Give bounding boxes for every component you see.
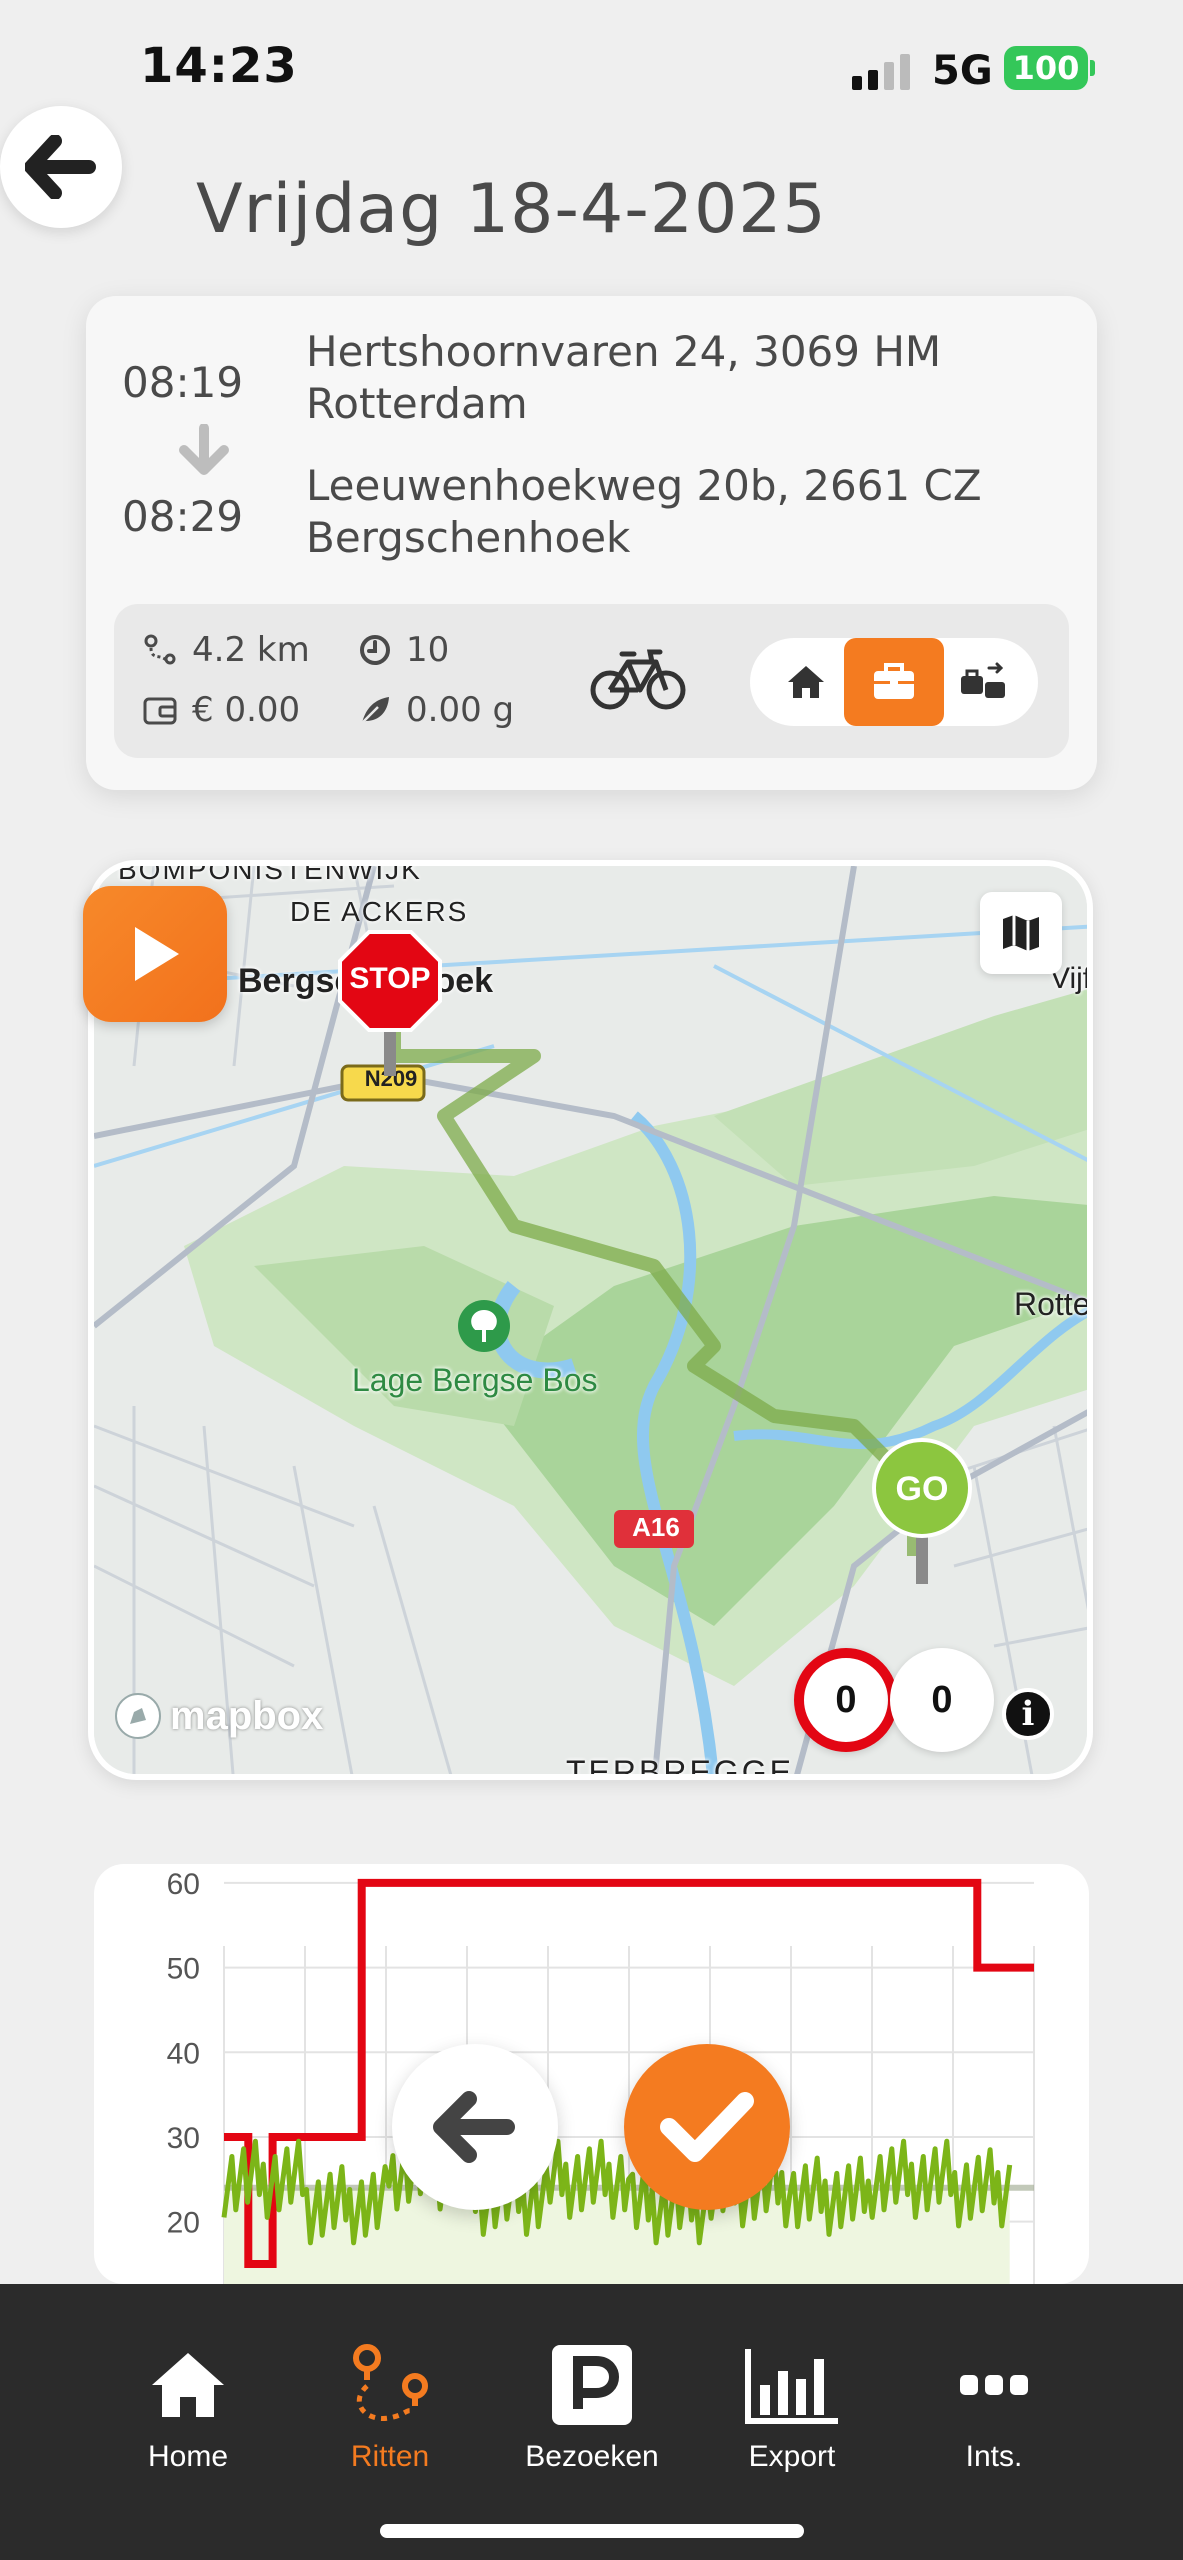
leaf-icon xyxy=(361,697,389,724)
duration-stat: 10 xyxy=(358,630,449,670)
more-icon xyxy=(960,2375,1028,2395)
battery-tip xyxy=(1090,60,1095,76)
map-label-district: BOMPONISTENWIJK xyxy=(118,860,422,885)
signal-icon xyxy=(852,54,910,90)
mapbox-attribution[interactable]: mapbox xyxy=(112,1690,323,1742)
nav-label-export: Export xyxy=(748,2440,836,2473)
route-distance-icon xyxy=(144,634,176,665)
speed-limit-counter[interactable]: 0 xyxy=(794,1648,898,1752)
emission-value: 0.00 g xyxy=(406,690,515,730)
go-marker[interactable]: GO xyxy=(870,1438,974,1588)
go-marker-label: GO xyxy=(895,1470,949,1508)
bottom-navigation: Home Ritten Bezoeken Export Ints. xyxy=(0,2284,1183,2560)
nav-item-bezoeken[interactable]: Bezoeken xyxy=(492,2284,692,2484)
bicycle-icon[interactable] xyxy=(590,646,686,712)
checkmark-icon xyxy=(660,2092,754,2162)
nav-item-export[interactable]: Export xyxy=(692,2284,892,2484)
duration-value: 10 xyxy=(406,630,450,670)
road-shield-a16: A16 xyxy=(632,1512,680,1542)
from-address: Hertshoornvaren 24, 3069 HM Rotterdam xyxy=(306,327,942,428)
to-address: Leeuwenhoekweg 20b, 2661 CZ Bergschenhoe… xyxy=(306,461,982,562)
purpose-selector xyxy=(750,638,1038,726)
y-tick-label: 60 xyxy=(167,1868,200,1901)
home-icon xyxy=(788,666,824,698)
nav-item-ints[interactable]: Ints. xyxy=(894,2284,1094,2484)
nav-item-ritten[interactable]: Ritten xyxy=(290,2284,490,2484)
confirm-button[interactable] xyxy=(624,2044,790,2210)
home-icon xyxy=(152,2353,224,2417)
stop-marker-label: STOP xyxy=(349,962,431,995)
clock-icon xyxy=(360,635,390,665)
wallet-icon xyxy=(143,697,177,725)
speed-chart-svg: 60 50 40 30 20 xyxy=(167,1868,1035,2284)
map-label-rotterdam: Rotte xyxy=(1014,1286,1091,1322)
map-style-button[interactable] xyxy=(980,892,1062,974)
play-icon xyxy=(135,927,179,981)
map-icon xyxy=(1003,915,1039,951)
y-tick-label: 30 xyxy=(167,2122,200,2155)
map-label-terbregge: TERBREGGE xyxy=(566,1754,794,1780)
back-button[interactable] xyxy=(0,106,122,228)
speed-chart: 60 50 40 30 20 xyxy=(94,1864,1089,2284)
status-bar: 14:23 5G 100 xyxy=(0,0,1183,130)
page-title: Vrijdag 18-4-2025 xyxy=(196,170,827,249)
speed-counter[interactable]: 0 xyxy=(890,1648,994,1752)
stop-marker[interactable]: STOP xyxy=(338,930,442,1080)
map-label-lage-bergse-bos: Lage Bergse Bos xyxy=(352,1362,598,1398)
cost-value: € 0.00 xyxy=(192,690,301,730)
y-tick-label: 20 xyxy=(167,2207,200,2240)
map-canvas[interactable] xyxy=(94,866,1093,1780)
info-button[interactable]: i xyxy=(1002,1688,1054,1740)
purpose-work-button[interactable] xyxy=(844,638,944,726)
y-tick-label: 40 xyxy=(167,2037,200,2070)
purpose-business-button[interactable] xyxy=(934,638,1034,726)
briefcase-icon xyxy=(874,663,914,699)
home-indicator[interactable] xyxy=(380,2524,804,2538)
parking-icon xyxy=(552,2345,632,2425)
emission-stat: 0.00 g xyxy=(358,690,514,730)
arrow-left-icon xyxy=(25,135,96,199)
mapbox-text: mapbox xyxy=(170,1693,324,1738)
arrow-down-icon xyxy=(179,424,229,475)
play-route-button[interactable] xyxy=(83,886,227,1022)
nav-label-ints: Ints. xyxy=(965,2440,1023,2473)
route-map[interactable]: BOMPONISTENWIJK DE ACKERS Bergschenhoek … xyxy=(88,860,1093,1780)
trip-card[interactable]: 08:19 08:29 Hertshoornvaren 24, 3069 HM … xyxy=(86,296,1097,790)
info-icon: i xyxy=(1021,1694,1035,1734)
y-tick-label: 50 xyxy=(167,1953,200,1986)
cost-stat: € 0.00 xyxy=(142,690,300,730)
battery-icon: 100 xyxy=(1004,46,1088,90)
arrow-left-icon xyxy=(433,2091,515,2163)
distance-stat: 4.2 km xyxy=(142,630,310,670)
route-icon xyxy=(353,2344,428,2421)
nav-label-bezoeken: Bezoeken xyxy=(525,2440,659,2473)
status-time: 14:23 xyxy=(140,38,298,94)
distance-value: 4.2 km xyxy=(192,630,310,670)
purpose-home-button[interactable] xyxy=(756,638,856,726)
mapbox-logo-icon xyxy=(115,1693,161,1739)
nav-item-home[interactable]: Home xyxy=(88,2284,288,2484)
map-label-de-ackers: DE ACKERS xyxy=(290,896,469,927)
trip-stats: 4.2 km 10 € 0.00 0.00 g xyxy=(114,604,1069,758)
network-type: 5G xyxy=(932,48,993,94)
business-travel-icon xyxy=(961,662,1005,698)
previous-button[interactable] xyxy=(392,2044,558,2210)
start-time: 08:19 xyxy=(122,358,244,407)
nav-label-home: Home xyxy=(147,2440,229,2473)
nav-label-ritten: Ritten xyxy=(350,2440,430,2473)
end-time: 08:29 xyxy=(122,492,244,541)
bar-chart-icon xyxy=(745,2349,838,2424)
